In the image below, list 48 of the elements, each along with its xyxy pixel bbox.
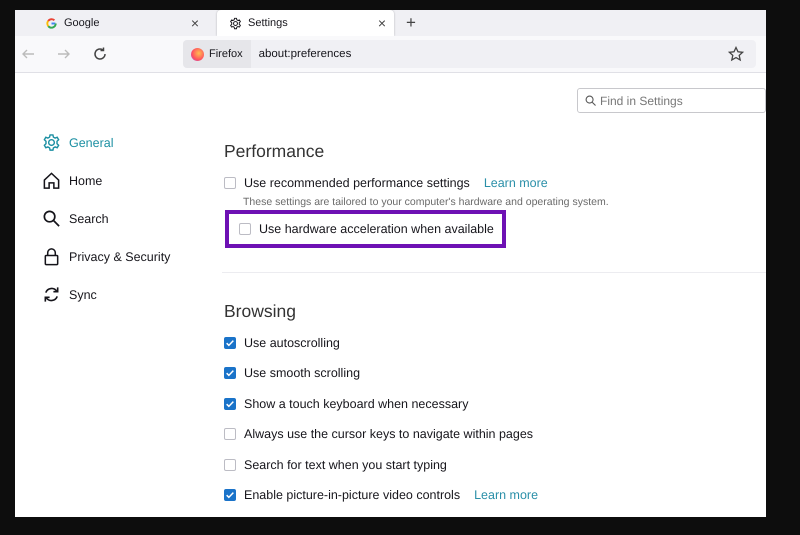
option-label: Enable picture-in-picture video controls	[244, 488, 460, 502]
option-description: These settings are tailored to your computer's hardware and operating system.	[243, 196, 610, 208]
checkbox[interactable]	[224, 336, 236, 348]
section-heading: Performance	[224, 141, 326, 162]
option-label: Use autoscrolling	[244, 336, 340, 350]
url-text: about:preferences	[258, 48, 352, 60]
sidebar-item[interactable]: Search	[42, 209, 224, 228]
firefox-logo-icon	[191, 48, 204, 60]
tab-title: Settings	[248, 17, 289, 29]
checkbox[interactable]	[224, 177, 236, 189]
new-tab-button[interactable]: +	[394, 10, 428, 36]
checkbox[interactable]	[224, 398, 236, 410]
browser-tab[interactable]: Settings ×	[217, 10, 394, 36]
checkbox[interactable]	[224, 428, 236, 440]
browser-tab[interactable]: Google ×	[30, 10, 207, 36]
padlock-icon	[42, 247, 61, 266]
sidebar-item[interactable]: General	[42, 133, 224, 152]
sidebar-item[interactable]: Privacy & Security	[42, 247, 224, 266]
close-tab-button[interactable]: ×	[378, 15, 386, 31]
option-label: Always use the cursor keys to navigate within pages	[244, 427, 534, 441]
sidebar-item[interactable]: Sync	[42, 285, 224, 304]
reload-button[interactable]	[92, 46, 108, 62]
checkbox[interactable]	[224, 458, 236, 470]
checkbox[interactable]	[224, 489, 236, 501]
section-heading: Browsing	[224, 300, 297, 322]
gear-icon	[42, 133, 61, 152]
sidebar-item[interactable]: Home	[42, 171, 224, 190]
checkbox[interactable]	[239, 222, 251, 234]
bookmark-star-icon[interactable]	[728, 46, 744, 62]
option-label: Use recommended performance settings	[244, 176, 470, 190]
search-icon	[585, 95, 596, 106]
option-label: Show a touch keyboard when necessary	[244, 396, 468, 410]
gear-icon	[229, 16, 242, 30]
identity-button[interactable]: Firefox	[183, 40, 251, 68]
address-bar[interactable]: Firefox about:preferences	[183, 40, 756, 68]
learn-more-link[interactable]: Learn more	[484, 176, 548, 190]
close-tab-button[interactable]: ×	[190, 15, 199, 31]
g-logo-icon	[45, 16, 58, 30]
home-icon	[42, 171, 61, 190]
search-icon	[42, 209, 61, 228]
find-in-settings-field[interactable]: Find in Settings	[577, 88, 766, 113]
sync-icon	[42, 285, 61, 304]
learn-more-link[interactable]: Learn more	[474, 488, 538, 502]
checkbox[interactable]	[224, 367, 236, 379]
option-label: Search for text when you start typing	[244, 458, 447, 472]
option-label: Use smooth scrolling	[244, 366, 360, 380]
option-label: Use hardware acceleration when available	[259, 222, 494, 236]
tab-title: Google	[64, 17, 100, 29]
